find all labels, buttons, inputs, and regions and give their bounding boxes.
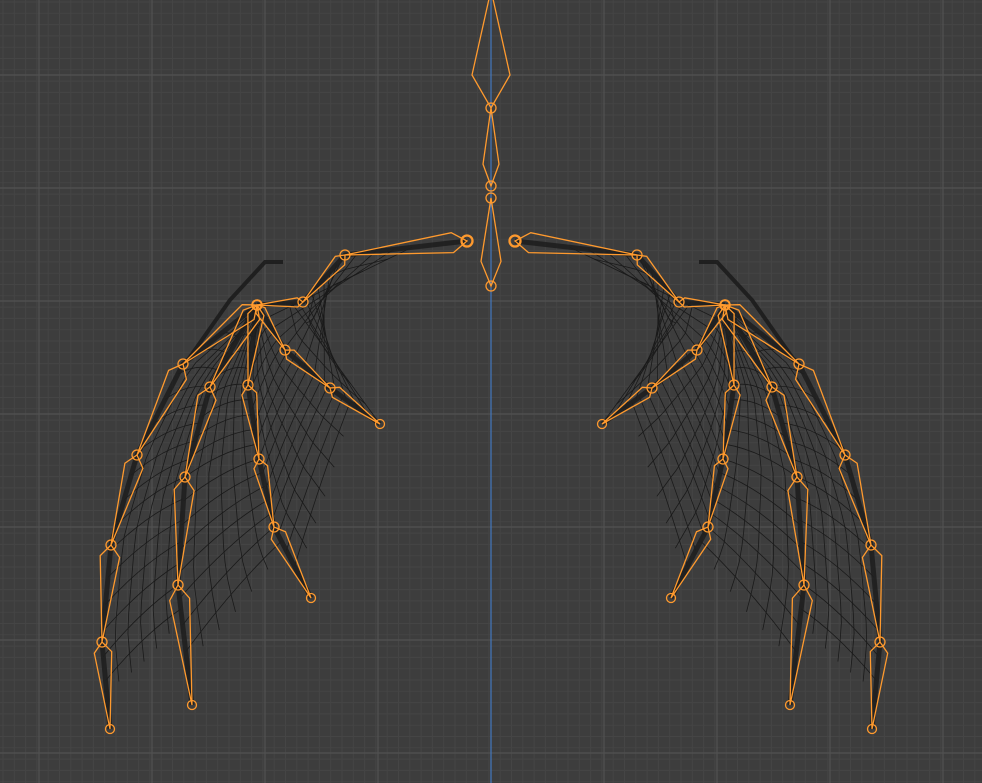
scene-canvas[interactable] xyxy=(0,0,982,783)
3d-viewport[interactable] xyxy=(0,0,982,783)
